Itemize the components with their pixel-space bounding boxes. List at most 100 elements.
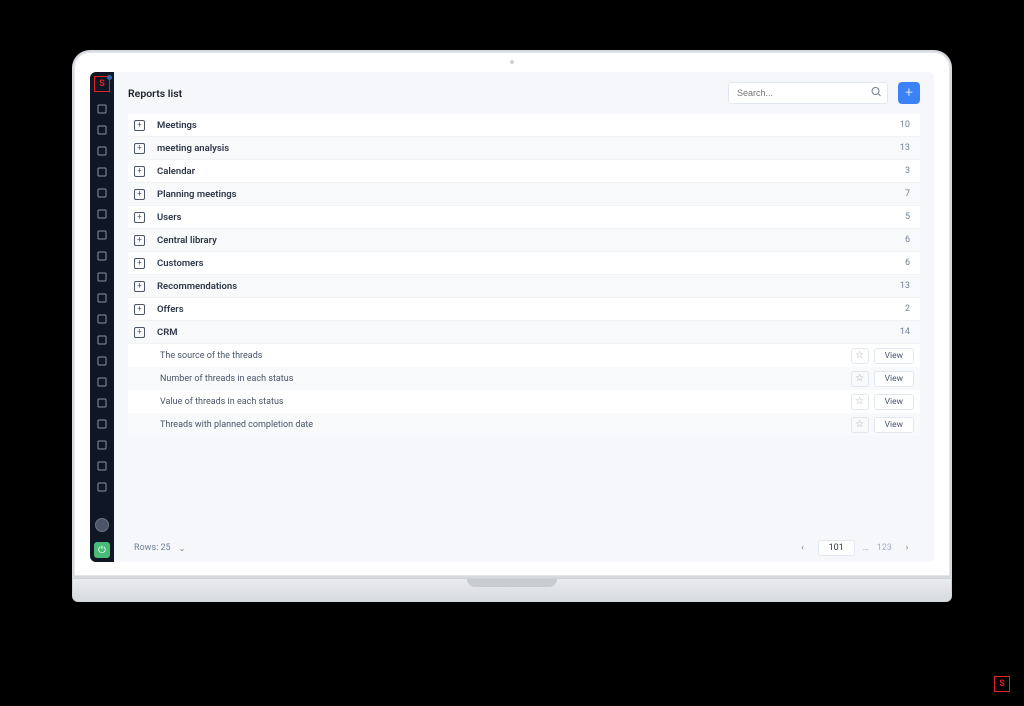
category-row[interactable]: + Recommendations13	[128, 275, 920, 298]
view-button[interactable]: View	[874, 348, 914, 364]
star-icon[interactable]: ☆	[851, 417, 869, 433]
expand-icon[interactable]: +	[134, 258, 145, 269]
expand-icon[interactable]: +	[134, 304, 145, 315]
category-count: 10	[900, 120, 914, 130]
category-row[interactable]: + Offers2	[128, 298, 920, 321]
category-label: Planning meetings	[157, 189, 905, 200]
building-icon[interactable]	[95, 438, 109, 452]
page-title: Reports list	[128, 87, 718, 100]
report-row: Value of threads in each status☆ View	[128, 390, 920, 413]
category-row[interactable]: + Users5	[128, 206, 920, 229]
report-row: Threads with planned completion date☆ Vie…	[128, 413, 920, 436]
category-count: 13	[900, 143, 914, 153]
star-icon[interactable]: ☆	[851, 394, 869, 410]
prev-page-button[interactable]: ‹	[796, 541, 810, 555]
star-icon[interactable]: ☆	[851, 371, 869, 387]
folder-icon[interactable]	[95, 249, 109, 263]
category-label: Users	[157, 212, 905, 223]
category-row[interactable]: + meeting analysis13	[128, 137, 920, 160]
app-logo[interactable]: S	[94, 76, 110, 92]
tag-icon[interactable]	[95, 417, 109, 431]
help-button[interactable]: ⏻	[94, 542, 110, 558]
search-input[interactable]	[728, 82, 888, 104]
category-label: Calendar	[157, 166, 905, 177]
expand-icon[interactable]: +	[134, 235, 145, 246]
briefcase-icon[interactable]	[95, 228, 109, 242]
category-row[interactable]: + Central library6	[128, 229, 920, 252]
bell-icon[interactable]	[95, 396, 109, 410]
app-root: S ⏻ Reports list	[90, 72, 934, 562]
brand-corner-logo: S	[994, 676, 1010, 692]
dashboard-icon[interactable]	[95, 144, 109, 158]
category-count: 5	[905, 212, 914, 222]
database-icon[interactable]	[95, 186, 109, 200]
page-icon[interactable]	[95, 165, 109, 179]
list-icon[interactable]	[95, 207, 109, 221]
page-ellipsis: …	[863, 543, 869, 553]
expand-icon[interactable]: +	[134, 281, 145, 292]
category-count: 13	[900, 281, 914, 291]
footer: Rows: 25 ⌄ ‹ 101 … 123 ›	[114, 530, 934, 562]
laptop-shadow	[72, 608, 952, 628]
category-label: Offers	[157, 304, 905, 315]
header: Reports list +	[114, 72, 934, 114]
expand-icon[interactable]: +	[134, 143, 145, 154]
star-icon[interactable]: ☆	[851, 348, 869, 364]
view-button[interactable]: View	[874, 394, 914, 410]
expand-icon[interactable]: +	[134, 327, 145, 338]
category-count: 6	[905, 235, 914, 245]
view-button[interactable]: View	[874, 371, 914, 387]
category-label: CRM	[157, 327, 900, 338]
search-icon	[870, 86, 882, 101]
category-count: 2	[905, 304, 914, 314]
expand-icon[interactable]: +	[134, 212, 145, 223]
report-label: Value of threads in each status	[160, 397, 851, 407]
layers-icon[interactable]	[95, 375, 109, 389]
laptop-screen: S ⏻ Reports list	[72, 50, 952, 578]
category-row[interactable]: + Meetings10	[128, 114, 920, 137]
category-row[interactable]: + Customers6	[128, 252, 920, 275]
avatar[interactable]	[95, 518, 109, 532]
category-count: 14	[900, 327, 914, 337]
globe-icon[interactable]	[95, 102, 109, 116]
expand-icon[interactable]: +	[134, 166, 145, 177]
next-page-button[interactable]: ›	[900, 541, 914, 555]
report-label: The source of the threads	[160, 351, 851, 361]
cube-icon[interactable]	[95, 354, 109, 368]
laptop-mockup: S ⏻ Reports list	[72, 50, 952, 628]
send-icon[interactable]	[95, 333, 109, 347]
grid-icon[interactable]	[95, 291, 109, 305]
card-icon[interactable]	[95, 270, 109, 284]
report-label: Threads with planned completion date	[160, 420, 851, 430]
view-button[interactable]: View	[874, 417, 914, 433]
current-page: 101	[818, 540, 855, 556]
laptop-notch	[467, 579, 557, 587]
sidebar: S ⏻	[90, 72, 114, 562]
category-row[interactable]: + CRM14	[128, 321, 920, 344]
chart-icon[interactable]	[95, 123, 109, 137]
category-label: Central library	[157, 235, 905, 246]
cloud-icon[interactable]	[95, 312, 109, 326]
rows-per-page[interactable]: Rows: 25 ⌄	[134, 543, 185, 553]
category-label: Meetings	[157, 120, 900, 131]
pagination: ‹ 101 … 123 ›	[796, 540, 914, 556]
main-panel: Reports list + + Meetings10 + meeting analy…	[114, 72, 934, 562]
category-label: Customers	[157, 258, 905, 269]
people-icon[interactable]	[95, 459, 109, 473]
category-label: meeting analysis	[157, 143, 900, 154]
reports-list: +Meetings10+meeting analysis13+Calendar3…	[114, 114, 934, 530]
category-row[interactable]: +Calendar3	[128, 160, 920, 183]
expand-icon[interactable]: +	[134, 189, 145, 200]
report-label: Number of threads in each status	[160, 374, 851, 384]
category-label: Recommendations	[157, 281, 900, 292]
gear-icon[interactable]	[95, 480, 109, 494]
laptop-base	[72, 578, 952, 602]
expand-icon[interactable]: +	[134, 120, 145, 131]
rows-label: Rows: 25	[134, 543, 171, 553]
add-button[interactable]: +	[898, 82, 920, 104]
search-box	[728, 82, 888, 104]
report-row: The source of the threads☆ View	[128, 344, 920, 367]
category-count: 6	[905, 258, 914, 268]
last-page[interactable]: 123	[877, 543, 892, 553]
category-row[interactable]: +Planning meetings7	[128, 183, 920, 206]
